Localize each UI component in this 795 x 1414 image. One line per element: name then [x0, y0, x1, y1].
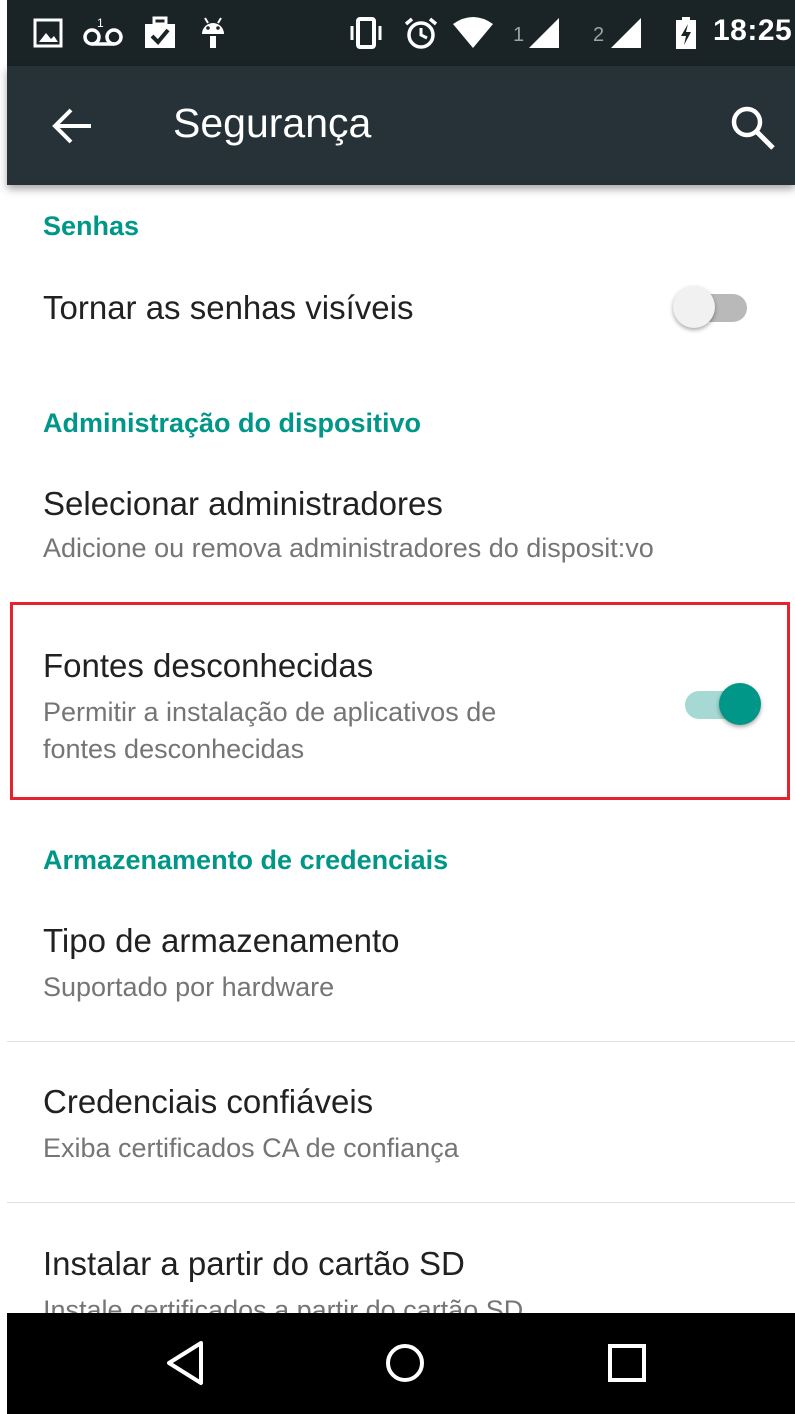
- section-header-device-admin: Administração do dispositivo: [43, 408, 422, 438]
- recents-square-icon[interactable]: [599, 1335, 655, 1391]
- divider: [7, 1041, 795, 1042]
- setting-title: Tornar as senhas visíveis: [43, 289, 414, 326]
- setting-subtitle: Suportado por hardware: [43, 972, 335, 1002]
- alarm-icon: [404, 17, 438, 49]
- app-toolbar: Segurança: [7, 66, 795, 185]
- battery-charging-icon: [676, 17, 696, 49]
- home-circle-icon[interactable]: [377, 1335, 433, 1391]
- clock: 18:25: [713, 14, 793, 47]
- show-passwords-switch[interactable]: [673, 282, 753, 332]
- section-header-passwords: Senhas: [43, 211, 140, 241]
- navigation-bar: [7, 1313, 795, 1414]
- unknown-sources-switch[interactable]: [681, 679, 761, 729]
- voicemail-icon: 1: [83, 16, 123, 46]
- setting-subtitle: Exiba certificados CA de confiança: [43, 1133, 459, 1163]
- sim1-label: 1: [513, 24, 525, 46]
- status-bar: 1 1 2 18:25: [7, 0, 795, 66]
- setting-title: Tipo de armazenamento: [43, 922, 400, 959]
- setting-subtitle: Instale certificados a partir do cartão …: [43, 1295, 524, 1313]
- settings-list: Senhas Tornar as senhas visíveis Adminis…: [7, 185, 795, 1313]
- setting-title: Selecionar administradores: [43, 485, 443, 522]
- setting-subtitle-line2: fontes desconhecidas: [43, 734, 305, 764]
- setting-title: Credenciais confiáveis: [43, 1083, 374, 1120]
- signal-icon: [529, 18, 559, 48]
- switch-thumb: [719, 683, 761, 725]
- divider: [7, 1202, 795, 1203]
- android-icon: [202, 17, 224, 48]
- page-title: Segurança: [173, 100, 372, 146]
- back-triangle-icon[interactable]: [157, 1335, 213, 1391]
- sim2-label: 2: [593, 24, 605, 46]
- vibrate-icon: [350, 17, 382, 49]
- switch-thumb: [673, 286, 715, 328]
- setting-title: Fontes desconhecidas: [43, 647, 374, 684]
- arrow-left-icon[interactable]: [47, 100, 99, 152]
- signal-icon: [611, 18, 641, 48]
- search-icon[interactable]: [725, 100, 781, 156]
- setting-subtitle: Permitir a instalação de aplicativos de: [43, 697, 497, 727]
- svg-text:1: 1: [97, 16, 104, 30]
- setting-title: Instalar a partir do cartão SD: [43, 1245, 465, 1282]
- section-header-credentials: Armazenamento de credenciais: [43, 845, 449, 875]
- wifi-icon: [453, 17, 493, 48]
- briefcase-check-icon: [145, 16, 175, 48]
- image-icon: [33, 18, 63, 48]
- setting-subtitle: Adicione ou remova administradores do di…: [43, 533, 654, 563]
